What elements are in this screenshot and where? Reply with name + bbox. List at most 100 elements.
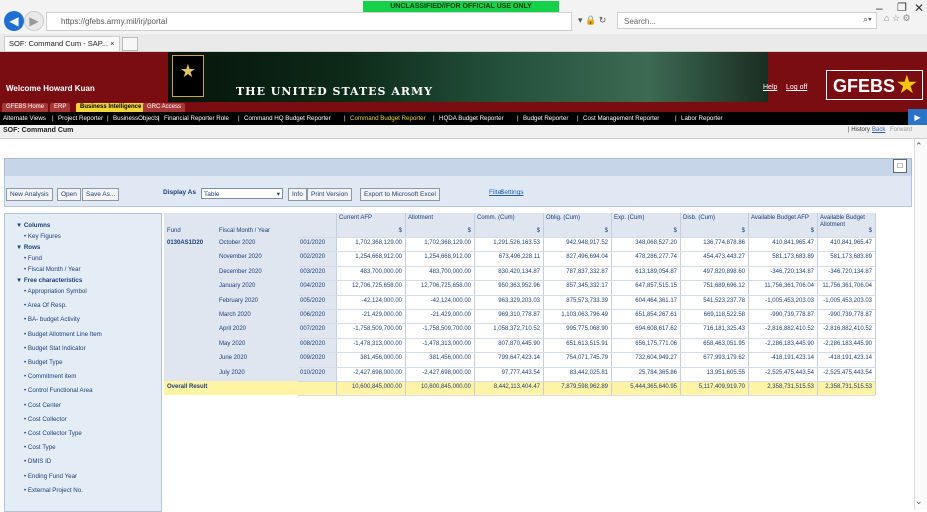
tab-grc-access[interactable]: GRC Access — [143, 103, 186, 112]
scroll-up-icon[interactable]: ⌃ — [915, 141, 923, 152]
scroll-tabs-right-icon[interactable]: ▶ — [908, 109, 927, 126]
column-header[interactable]: Allotment — [408, 215, 472, 222]
table-cell: 942,948,917.52 — [566, 240, 608, 246]
nav-free-characteristic-item[interactable]: • Cost Type — [24, 444, 56, 451]
lock-refresh-icons[interactable]: ▾ 🔒 ↻ — [578, 12, 606, 29]
save-as-button[interactable]: Save As... — [82, 188, 120, 201]
favorites-icon[interactable]: ⌂ ☆ ⚙ — [884, 13, 911, 24]
tab-close-icon[interactable]: × — [110, 39, 114, 48]
tab-alternate-views[interactable]: Alternate Views — [3, 114, 46, 123]
fund-cell[interactable]: 0130AS1D20 — [167, 239, 203, 248]
tab-hqda-budget-reporter[interactable]: HQDA Budget Reporter — [439, 114, 504, 123]
nav-free-characteristic-item[interactable]: • BA- budget Activity — [24, 316, 80, 323]
table-cell: 1,058,372,710.52 — [493, 326, 540, 333]
table-cell: 673,496,228.11 — [498, 254, 540, 261]
new-tab-button[interactable] — [122, 37, 138, 51]
open-button[interactable]: Open — [57, 188, 81, 201]
fiscal-month-cell[interactable]: October 2020 — [219, 239, 255, 248]
fiscal-month-cell[interactable]: November 2020 — [219, 253, 262, 262]
overall-result-cell: 2,358,731,515.53 — [767, 384, 814, 390]
table-cell: 969,310,778.87 — [498, 312, 540, 318]
browser-tab[interactable]: SOF: Command Cum - SAP... × — [4, 36, 120, 51]
export-excel-button[interactable]: Export to Microsoft Excel — [360, 188, 440, 201]
table-cell: 83,442,025.81 — [569, 369, 608, 376]
tab-business-intelligence[interactable]: Business Intelligence — [76, 103, 146, 112]
fiscal-month-cell[interactable]: March 2020 — [219, 311, 251, 320]
address-bar[interactable]: https://gfebs.army.mil/irj/portal — [46, 12, 572, 31]
history-link[interactable]: | History — [848, 127, 870, 133]
nav-free-characteristic-item[interactable]: • External Project No. — [24, 487, 83, 494]
tab-businessobjects[interactable]: BusinessObjects — [113, 114, 159, 123]
fiscal-month-cell[interactable]: June 2020 — [219, 354, 247, 363]
close-icon[interactable]: ✕ — [914, 1, 924, 15]
grid-line — [298, 381, 875, 382]
overall-result-cell: 10,600,845,000.00 — [351, 384, 402, 390]
nav-columns[interactable]: ▼ Columns — [16, 222, 50, 229]
tab-budget-reporter[interactable]: Budget Reporter — [523, 114, 568, 123]
nav-rows[interactable]: ▼ Rows — [16, 244, 40, 251]
nav-free-characteristic-item[interactable]: • Area Of Resp. — [24, 302, 67, 309]
nav-free-characteristic-item[interactable]: • Cost Collector — [24, 416, 67, 423]
nav-fund[interactable]: • Fund — [24, 255, 42, 262]
nav-free-characteristic-item[interactable]: • Budget Type — [24, 359, 63, 366]
column-unit: $ — [536, 228, 540, 234]
fiscal-month-cell[interactable]: January 2020 — [219, 282, 255, 291]
tab-gfebs-home[interactable]: GFEBS Home — [2, 103, 49, 112]
fiscal-month-cell[interactable]: February 2020 — [219, 297, 258, 306]
vertical-scrollbar[interactable] — [914, 139, 927, 510]
print-version-button[interactable]: Print Version — [307, 188, 352, 201]
table-cell: -21,429,000.00 — [361, 312, 402, 318]
table-cell: 581,173,683.89 — [772, 254, 814, 261]
column-header[interactable]: Available Budget AFP — [751, 215, 815, 222]
nav-free-characteristic-item[interactable]: • Appropriation Symbol — [24, 288, 87, 295]
grid-line — [611, 213, 612, 396]
tab-project-reporter[interactable]: Project Reporter — [58, 114, 103, 123]
column-header[interactable]: Comm. (Cum) — [477, 215, 541, 222]
fiscal-month-cell[interactable]: December 2020 — [219, 268, 262, 277]
table-cell: 381,456,000.00 — [429, 355, 471, 362]
nav-free-characteristics[interactable]: ▼ Free characteristics — [16, 277, 82, 284]
display-as-select[interactable]: Table ▾ — [201, 188, 283, 199]
forward-link[interactable]: Forward — [890, 127, 912, 133]
settings-link[interactable]: Settings — [500, 189, 524, 196]
nav-free-characteristic-item[interactable]: • Cost Collector Type — [24, 430, 82, 437]
minimize-icon[interactable]: – — [876, 1, 883, 15]
column-header[interactable]: Exp. (Cum) — [614, 215, 678, 222]
info-button[interactable]: Info — [288, 188, 307, 201]
column-header[interactable]: Oblig. (Cum) — [546, 215, 609, 222]
browser-back-button[interactable]: ◀ — [4, 11, 24, 31]
row-header-fund[interactable]: Fund — [167, 227, 181, 236]
column-header[interactable]: Disb. (Cum) — [683, 215, 746, 222]
tab-financial-reporter-role[interactable]: Financial Reporter Role — [164, 114, 229, 123]
back-link[interactable]: Back — [872, 127, 885, 133]
browser-forward-button[interactable]: ▶ — [24, 11, 44, 31]
table-cell: -1,005,453,203.03 — [765, 297, 814, 304]
column-header[interactable]: Current AFP — [339, 215, 403, 222]
search-icon[interactable]: ⌕▾ — [863, 14, 872, 25]
fiscal-month-cell[interactable]: May 2020 — [219, 340, 245, 349]
nav-free-characteristic-item[interactable]: • Cost Center — [24, 402, 61, 409]
logoff-link[interactable]: Log off — [786, 84, 807, 91]
scroll-down-icon[interactable]: ⌄ — [915, 496, 923, 507]
nav-free-characteristic-item[interactable]: • Budget Allotment Line Item — [24, 331, 102, 338]
nav-free-characteristic-item[interactable]: • DMIS ID — [24, 458, 51, 465]
nav-key-figures[interactable]: • Key Figures — [24, 233, 61, 240]
fiscal-month-cell[interactable]: July 2020 — [219, 369, 245, 378]
tab-command-budget-reporter[interactable]: Command Budget Reporter — [350, 114, 426, 123]
nav-free-characteristic-item[interactable]: • Control Functional Area — [24, 387, 93, 394]
help-link[interactable]: Help — [763, 84, 777, 91]
nav-free-characteristic-item[interactable]: • Budget Stat Indicator — [24, 345, 86, 352]
tab-labor-reporter[interactable]: Labor Reporter — [681, 114, 723, 123]
nav-fiscal-month[interactable]: • Fiscal Month / Year — [24, 266, 81, 273]
row-header-fiscal-month[interactable]: Fiscal Month / Year — [219, 227, 270, 236]
browser-search-input[interactable]: Search... — [617, 12, 877, 29]
nav-free-characteristic-item[interactable]: • Ending Fund Year — [24, 473, 77, 480]
fiscal-month-cell[interactable]: April 2020 — [219, 325, 246, 334]
tab-cost-management-reporter[interactable]: Cost Management Reporter — [583, 114, 659, 123]
nav-free-characteristic-item[interactable]: • Commitment item — [24, 373, 76, 380]
table-cell: 647,857,515.15 — [635, 283, 677, 290]
expand-icon[interactable]: □ — [893, 159, 907, 173]
tab-command-hq-budget-reporter[interactable]: Command HQ Budget Reporter — [244, 114, 331, 123]
tab-erp[interactable]: ERP — [50, 103, 71, 112]
new-analysis-button[interactable]: New Analysis — [6, 188, 53, 201]
